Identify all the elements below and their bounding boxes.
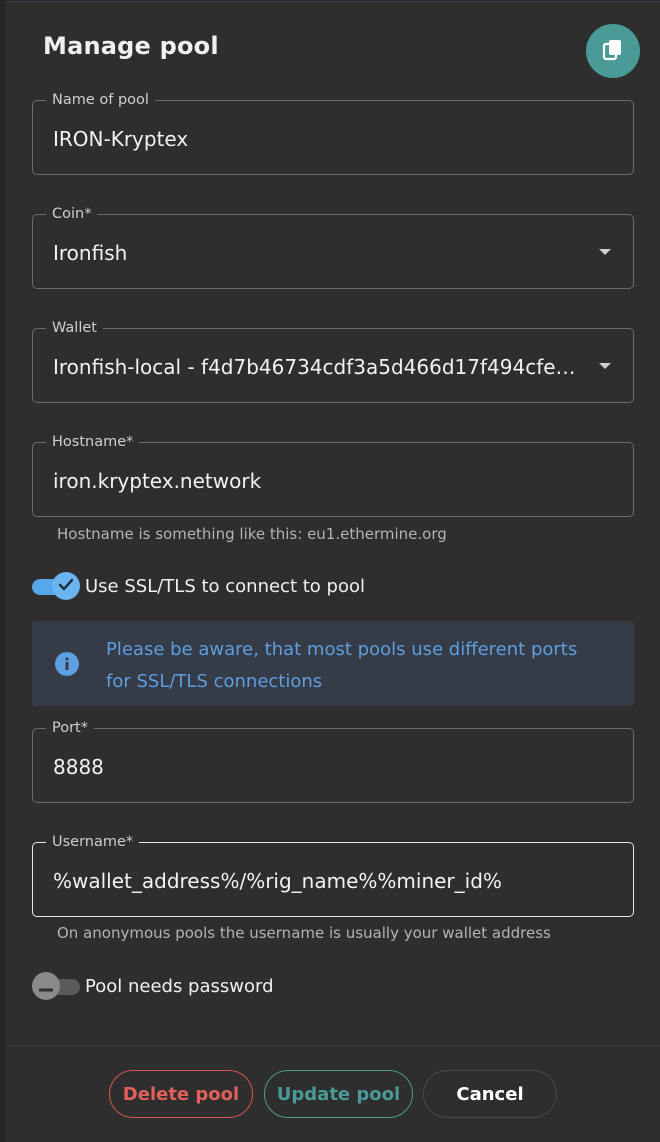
- password-toggle-row[interactable]: Pool needs password: [32, 972, 274, 1000]
- footer-divider: [5, 1045, 660, 1046]
- username-input[interactable]: %wallet_address%/%rig_name%%miner_id%: [53, 868, 593, 894]
- port-input[interactable]: 8888: [53, 754, 593, 780]
- pool-name-label: Name of pool: [46, 91, 155, 109]
- ssl-switch-thumb[interactable]: [52, 572, 80, 600]
- pool-name-input[interactable]: IRON-Kryptex: [53, 126, 593, 152]
- username-helper-text: On anonymous pools the username is usual…: [57, 924, 551, 942]
- ssl-switch[interactable]: [32, 572, 80, 600]
- hostname-input[interactable]: iron.kryptex.network: [53, 468, 593, 494]
- delete-pool-button[interactable]: Delete pool: [109, 1070, 253, 1118]
- port-label: Port*: [46, 719, 94, 737]
- wallet-selected-value: Ironfish-local - f4d7b46734cdf3a5d466d17…: [53, 355, 576, 379]
- hostname-field[interactable]: Hostname* iron.kryptex.network: [32, 433, 634, 517]
- username-label: Username*: [46, 833, 140, 851]
- minus-icon: [38, 977, 54, 996]
- check-icon: [58, 577, 74, 596]
- ssl-toggle-row[interactable]: Use SSL/TLS to connect to pool: [32, 572, 365, 600]
- wallet-label: Wallet: [46, 319, 103, 337]
- chevron-down-icon[interactable]: [599, 363, 611, 369]
- password-switch[interactable]: [32, 972, 80, 1000]
- chevron-down-icon[interactable]: [599, 249, 611, 255]
- hostname-label: Hostname*: [46, 433, 140, 451]
- pool-name-field[interactable]: Name of pool IRON-Kryptex: [32, 91, 634, 175]
- info-alert: Please be aware, that most pools use dif…: [32, 621, 634, 706]
- cancel-button[interactable]: Cancel: [423, 1070, 557, 1118]
- copy-icon: [602, 38, 624, 65]
- password-switch-thumb[interactable]: [32, 972, 60, 1000]
- coin-selected-value: Ironfish: [53, 241, 128, 265]
- ssl-toggle-label: Use SSL/TLS to connect to pool: [85, 575, 365, 597]
- port-field[interactable]: Port* 8888: [32, 719, 634, 803]
- dialog-title: Manage pool: [43, 32, 219, 60]
- copy-pool-button[interactable]: [586, 24, 640, 78]
- username-field[interactable]: Username* %wallet_address%/%rig_name%%mi…: [32, 833, 634, 917]
- info-icon: [54, 651, 80, 681]
- info-alert-text: Please be aware, that most pools use dif…: [106, 639, 578, 692]
- coin-select[interactable]: Coin* Ironfish: [32, 205, 634, 289]
- password-toggle-label: Pool needs password: [85, 975, 274, 997]
- wallet-select[interactable]: Wallet Ironfish-local - f4d7b46734cdf3a5…: [32, 319, 634, 403]
- coin-label: Coin*: [46, 205, 98, 223]
- hostname-helper-text: Hostname is something like this: eu1.eth…: [57, 525, 447, 543]
- update-pool-button[interactable]: Update pool: [264, 1070, 413, 1118]
